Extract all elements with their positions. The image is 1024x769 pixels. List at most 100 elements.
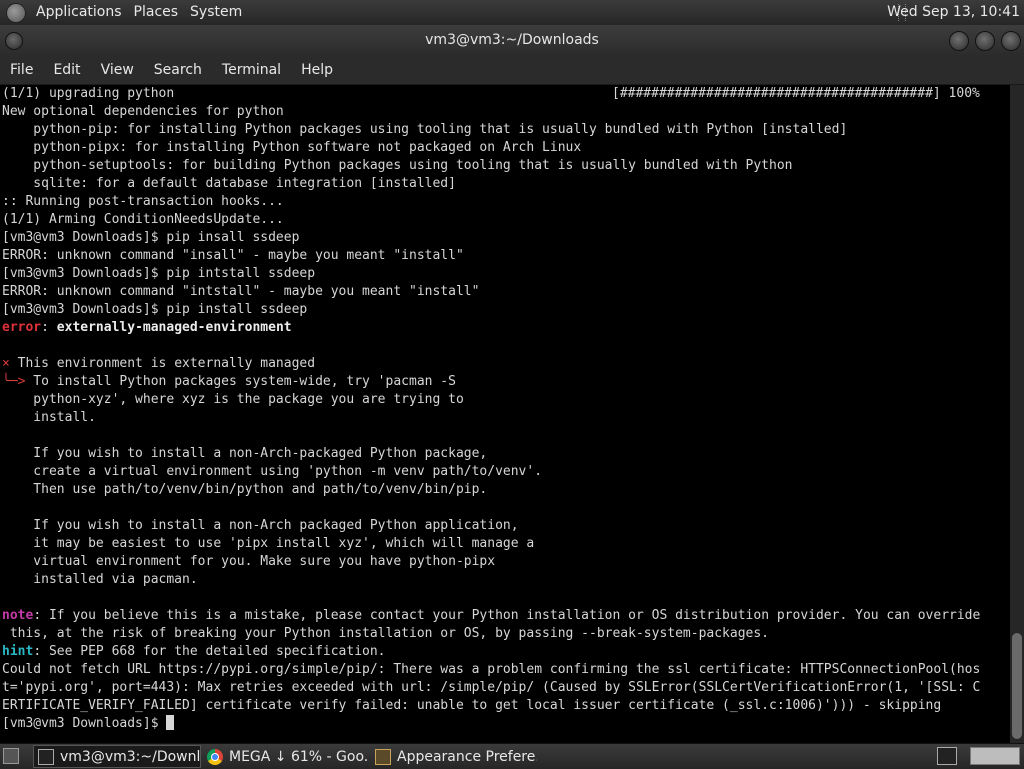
terminal-text: If you wish to install a non-Arch-packag… [2,446,488,461]
terminal-line: virtual environment for you. Make sure y… [2,553,1010,571]
terminal-text: : [41,320,57,335]
terminal-text: [vm3@vm3 Downloads]$ [2,716,167,731]
terminal-output[interactable]: [#######################################… [2,85,1010,743]
terminal-text: [vm3@vm3 Downloads]$ pip install ssdeep [2,302,308,317]
task-chrome[interactable]: MEGA ↓ 61% - Goo... [203,745,369,768]
terminal-text: ERTIFICATE_VERIFY_FAILED] certificate ve… [2,698,942,713]
applications-menu[interactable]: Applications [30,0,128,25]
window-titlebar[interactable]: vm3@vm3:~/Downloads [0,25,1024,56]
clock[interactable]: Wed Sep 13, 10:41 [887,0,1020,25]
terminal-text: externally-managed-environment [56,320,292,335]
terminal-line: python-pip: for installing Python packag… [2,121,1010,139]
terminal-text: If you wish to install a non-Arch packag… [2,518,519,533]
terminal-line: error: externally-managed-environment [2,319,1010,337]
terminal-line: t='pypi.org', port=443): Max retries exc… [2,679,1010,697]
terminal-icon [38,748,54,765]
task-terminal[interactable]: vm3@vm3:~/Downl... [33,745,201,768]
gnome-foot-icon[interactable] [6,2,26,23]
close-icon[interactable] [1001,31,1021,51]
appearance-icon [375,748,391,765]
terminal-text: :: Running post-transaction hooks... [2,194,284,209]
terminal-line: python-xyz', where xyz is the package yo… [2,391,1010,409]
terminal-text: install. [2,410,96,425]
terminal-text: it may be easiest to use 'pipx install x… [2,536,535,551]
menu-search[interactable]: Search [144,62,212,78]
terminal-text: [vm3@vm3 Downloads]$ pip insall ssdeep [2,230,300,245]
terminal-text: (1/1) upgrading python [2,86,175,101]
terminal-line: If you wish to install a non-Arch packag… [2,517,1010,535]
terminal-line: × This environment is externally managed [2,355,1010,373]
workspace-switcher[interactable] [970,747,1020,765]
terminal-text: ERROR: unknown command "insall" - maybe … [2,248,464,263]
terminal-text: To install Python packages system-wide, … [25,374,456,389]
terminal-line: Could not fetch URL https://pypi.org/sim… [2,661,1010,679]
terminal-text: ╰─> [2,374,26,389]
terminal-text: This environment is externally managed [9,356,316,371]
terminal-text: this, at the risk of breaking your Pytho… [2,626,770,641]
terminal-text: × [2,356,10,371]
terminal-line: [vm3@vm3 Downloads]$ pip install ssdeep [2,301,1010,319]
terminal-text: : See PEP 668 for the detailed specifica… [33,644,386,659]
maximize-icon[interactable] [975,31,995,51]
terminal-text: hint [2,644,34,659]
terminal-text: python-xyz', where xyz is the package yo… [2,392,464,407]
terminal-line: sqlite: for a default database integrati… [2,175,1010,193]
terminal-line: :: Running post-transaction hooks... [2,193,1010,211]
task-appearance[interactable]: Appearance Prefere... [371,745,537,768]
terminal-text: Could not fetch URL https://pypi.org/sim… [2,662,981,677]
terminal-line: Then use path/to/venv/bin/python and pat… [2,481,1010,499]
terminal-text: python-pip: for installing Python packag… [2,122,848,137]
terminal-line: ERTIFICATE_VERIFY_FAILED] certificate ve… [2,697,1010,715]
task-label: Appearance Prefere... [397,748,537,765]
system-menu[interactable]: System [184,0,248,25]
menu-edit[interactable]: Edit [43,62,90,78]
terminal-text: python-setuptools: for building Python p… [2,158,793,173]
terminal-line: (1/1) Arming ConditionNeedsUpdate... [2,211,1010,229]
terminal-text: virtual environment for you. Make sure y… [2,554,496,569]
terminal-line: hint: See PEP 668 for the detailed speci… [2,643,1010,661]
terminal-text: t='pypi.org', port=443): Max retries exc… [2,680,981,695]
menu-file[interactable]: File [0,62,43,78]
terminal-text: error [2,320,42,335]
terminal-line: install. [2,409,1010,427]
top-panel: Applications Places System Wed Sep 13, 1… [0,0,1024,26]
taskbar: vm3@vm3:~/Downl... MEGA ↓ 61% - Goo... A… [0,743,1024,769]
terminal-line: installed via pacman. [2,571,1010,589]
terminal-line: ╰─> To install Python packages system-wi… [2,373,1010,391]
terminal-line: New optional dependencies for python [2,103,1010,121]
terminal-line: python-pipx: for installing Python softw… [2,139,1010,157]
terminal-text: python-pipx: for installing Python softw… [2,140,582,155]
terminal-text: New optional dependencies for python [2,104,284,119]
menu-view[interactable]: View [91,62,144,78]
show-desktop-icon[interactable] [3,748,19,764]
terminal-text: sqlite: for a default database integrati… [2,176,456,191]
scrollbar-thumb[interactable] [1012,633,1022,739]
terminal-window: vm3@vm3:~/Downloads File Edit View Searc… [0,25,1024,743]
menu-help[interactable]: Help [291,62,343,78]
minimize-icon[interactable] [949,31,969,51]
terminal-text: Then use path/to/venv/bin/python and pat… [2,482,488,497]
scrollbar[interactable] [1010,85,1024,743]
terminal-line: [vm3@vm3 Downloads]$ pip insall ssdeep [2,229,1010,247]
menubar: File Edit View Search Terminal Help [0,56,1024,85]
places-menu[interactable]: Places [128,0,185,25]
menu-terminal[interactable]: Terminal [212,62,291,78]
terminal-lines: (1/1) upgrading python New optional depen… [2,85,1010,733]
terminal-line: [vm3@vm3 Downloads]$ pip intstall ssdeep [2,265,1010,283]
terminal-line: ERROR: unknown command "insall" - maybe … [2,247,1010,265]
task-label: vm3@vm3:~/Downl... [60,748,201,765]
terminal-line: note: If you believe this is a mistake, … [2,607,1010,625]
terminal-line: ERROR: unknown command "intstall" - mayb… [2,283,1010,301]
terminal-line: this, at the risk of breaking your Pytho… [2,625,1010,643]
terminal-text: create a virtual environment using 'pyth… [2,464,543,479]
text-cursor [166,715,175,730]
tray-terminal-icon[interactable] [937,747,957,765]
progress-bar-text: [#######################################… [612,86,980,101]
terminal-text: [vm3@vm3 Downloads]$ pip intstall ssdeep [2,266,316,281]
terminal-line: [vm3@vm3 Downloads]$ [2,715,1010,733]
terminal-line: If you wish to install a non-Arch-packag… [2,445,1010,463]
